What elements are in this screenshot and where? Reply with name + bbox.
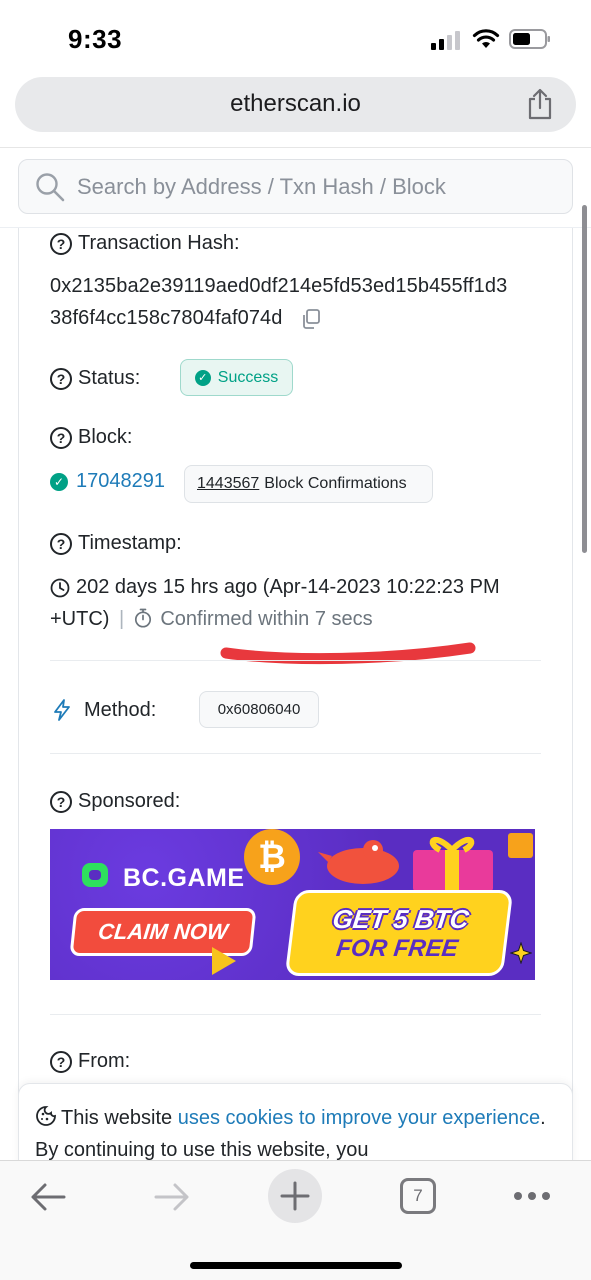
scrollbar[interactable] [582,205,587,553]
plus-icon [280,1181,310,1211]
ios-status-bar: 9:33 [0,0,591,72]
ad-headline-box: GET 5 BTC FOR FREE [284,890,514,976]
search-input[interactable]: Search by Address / Txn Hash / Block [77,174,452,200]
question-icon[interactable]: ? [50,367,72,390]
bitcoin-coin-icon: ₿ [244,829,300,885]
status-badge-text: Success [217,368,279,386]
transaction-hash-line-2-text: 38f6f4cc158c7804faf074d [50,307,283,329]
separator: | [119,608,125,630]
question-icon[interactable]: ? [50,532,72,555]
timestamp-timezone: +UTC) [50,608,110,630]
block-confirmations-badge: 1443567 Block Confirmations [184,465,433,503]
ad-headline-1: GET 5 BTC [331,903,471,934]
red-underline-annotation [220,642,476,665]
back-arrow-icon[interactable] [28,1181,68,1213]
ad-brand: BC.GAME [123,864,245,892]
question-icon[interactable]: ? [50,232,72,255]
new-tab-button[interactable] [268,1169,322,1223]
star-icon [510,942,532,964]
block-label: ? Block: [50,426,132,449]
check-circle-icon: ✓ [194,369,211,386]
divider [50,1014,541,1015]
method-label: Method: [50,698,156,722]
search-icon [36,173,65,202]
tabs-button[interactable]: 7 [400,1178,436,1214]
cookie-icon [36,1106,56,1126]
mask-decoration [508,833,533,858]
divider [50,753,541,754]
transaction-hash-line-2: 38f6f4cc158c7804faf074d [50,307,550,330]
copy-icon[interactable] [300,308,322,330]
lightning-icon [54,699,70,721]
status-label: ? Status: [50,367,140,390]
dinosaur-mascot-icon [318,840,399,884]
timestamp-label: ? Timestamp: [50,532,182,555]
block-number-link[interactable]: 17048291 [76,470,165,493]
timestamp-line-2: +UTC) | Confirmed within 7 secs [50,608,373,631]
status-time: 9:33 [68,24,123,54]
from-label: ? From: [50,1050,130,1073]
cookie-policy-link[interactable]: uses cookies to improve your experience [178,1107,540,1129]
confirmations-count: 1443567 [197,475,260,492]
search-box[interactable]: Search by Address / Txn Hash / Block [18,159,573,214]
check-circle-icon: ✓ [50,472,68,491]
clock-icon [50,578,70,597]
share-icon[interactable] [526,88,554,120]
question-icon[interactable]: ? [50,790,72,813]
divider [50,660,541,661]
sponsored-label: ? Sponsored: [50,790,180,813]
address-bar-domain[interactable]: etherscan.io [15,90,576,118]
divider [0,147,591,148]
method-badge: 0x60806040 [199,691,319,728]
confirmed-within-text: Confirmed within 7 secs [160,608,373,630]
block-row: ✓ 17048291 [50,470,165,493]
question-icon[interactable]: ? [50,426,72,449]
transaction-hash-label: ? Transaction Hash: [50,232,240,255]
ad-headline-2: FOR FREE [334,934,460,962]
sponsored-ad-banner[interactable]: BC.GAME ₿ CLAIM NOW GET 5 BTC FOR FREE [50,829,535,980]
transaction-hash-line-1: 0x2135ba2e39119aed0df214e5fd53ed15b455ff… [50,275,508,297]
bc-game-logo-icon [82,863,108,887]
wifi-icon [472,29,500,48]
more-options-icon[interactable] [512,1189,552,1203]
battery-icon [509,29,550,49]
timestamp-value: 202 days 15 hrs ago (Apr-14-2023 10:22:2… [76,576,500,598]
gift-box-icon [413,836,493,892]
question-icon[interactable]: ? [50,1050,72,1073]
play-icon [212,947,236,975]
forward-arrow-icon[interactable] [152,1181,192,1213]
cellular-signal-icon [431,31,460,50]
cookie-text-1: This website [61,1107,178,1129]
address-bar[interactable]: etherscan.io [15,77,576,132]
status-badge: ✓ Success [180,359,293,396]
home-indicator [190,1262,402,1269]
stopwatch-icon [134,608,151,628]
timestamp-line-1: 202 days 15 hrs ago (Apr-14-2023 10:22:2… [50,576,500,599]
confirmations-text: Block Confirmations [264,475,407,492]
